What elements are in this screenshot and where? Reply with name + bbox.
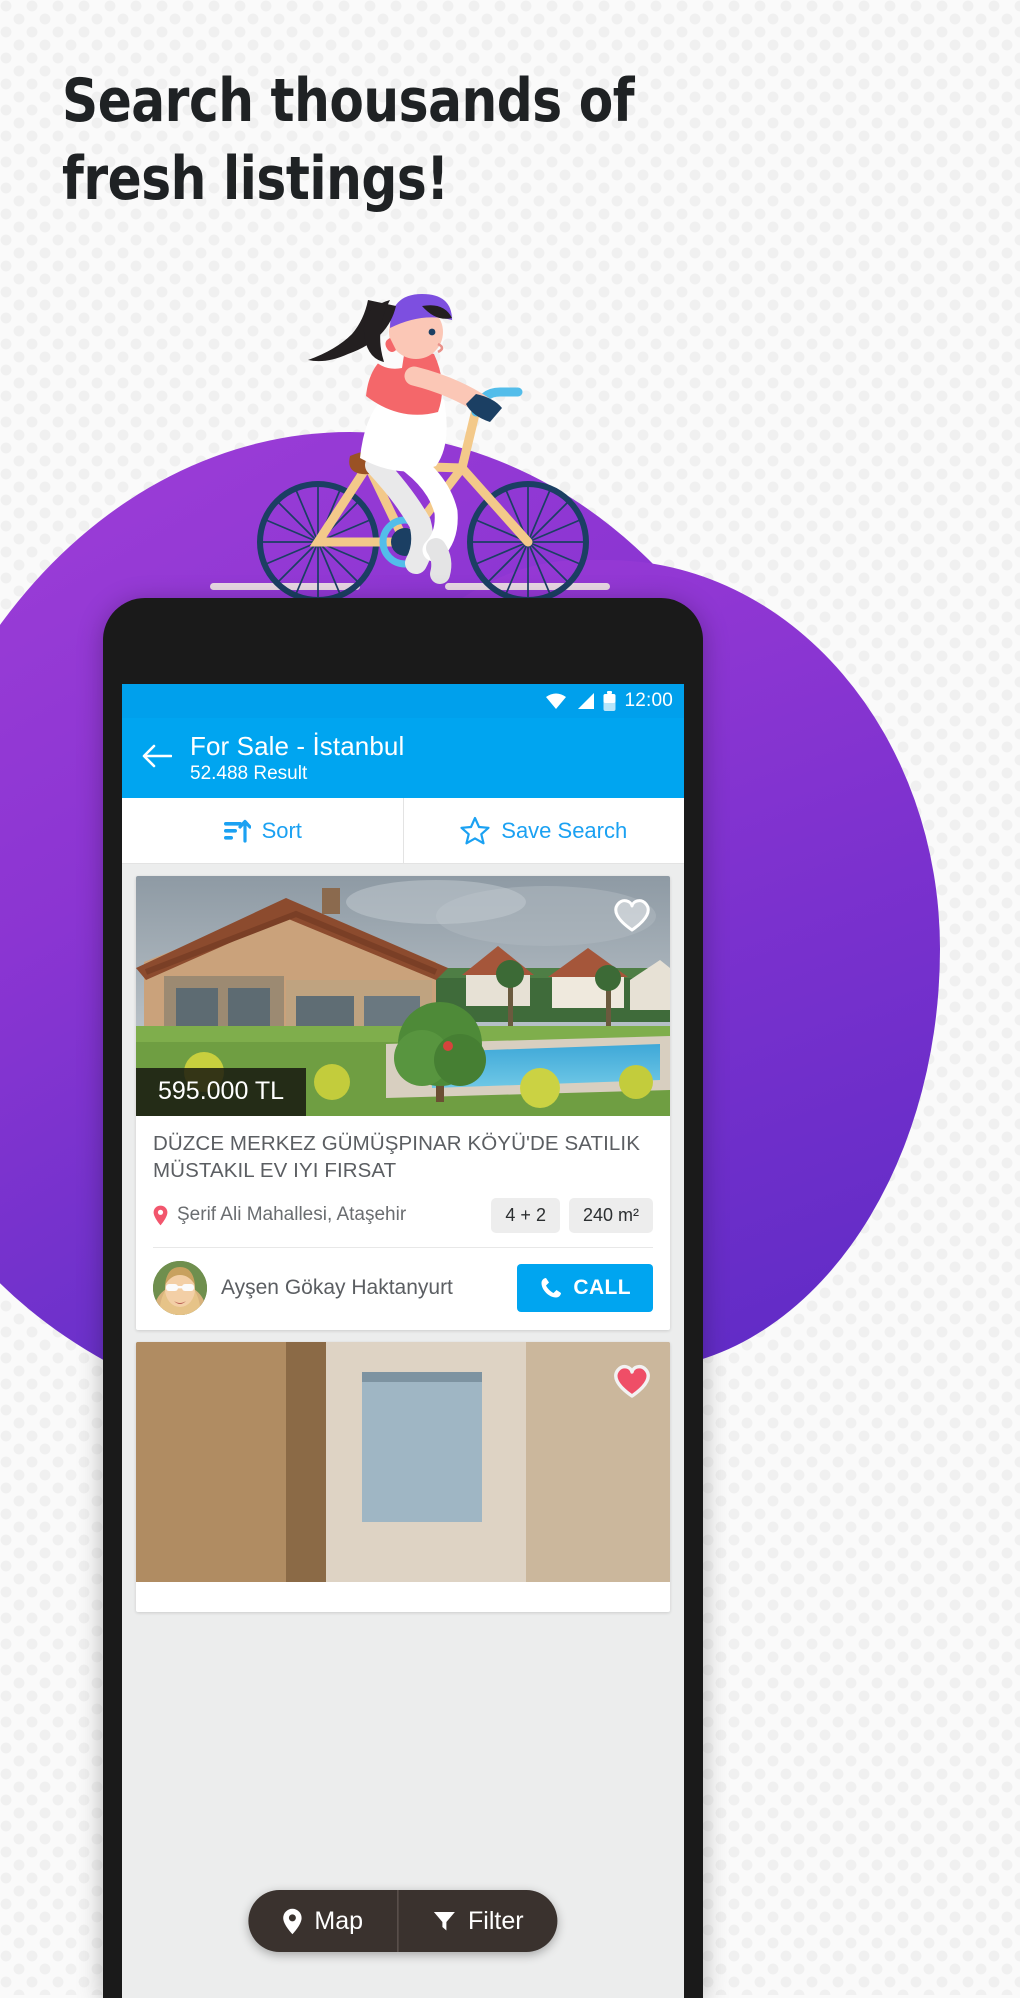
map-filter-bar: Map Filter bbox=[248, 1890, 558, 1952]
battery-icon bbox=[603, 691, 616, 711]
listing-location: Şerif Ali Mahallesi, Ataşehir bbox=[177, 1204, 407, 1226]
wifi-icon bbox=[546, 693, 567, 709]
listing-area-badge: 240 m² bbox=[568, 1197, 653, 1233]
cyclist-illustration bbox=[210, 294, 610, 603]
call-label: CALL bbox=[573, 1275, 631, 1299]
phone-icon bbox=[541, 1277, 562, 1298]
listing-title: DÜZCE MERKEZ GÜMÜŞPINAR KÖYÜ'DE SATILIK … bbox=[153, 1132, 640, 1183]
listing-photo bbox=[136, 1341, 670, 1582]
back-arrow-icon[interactable] bbox=[138, 740, 176, 777]
filter-button[interactable]: Filter bbox=[398, 1907, 558, 1936]
map-label: Map bbox=[314, 1906, 364, 1935]
map-pin-icon bbox=[153, 1205, 168, 1226]
agent-row: Ayşen Gökay Haktanyurt CALL bbox=[153, 1246, 653, 1330]
agent-name: Ayşen Gökay Haktanyurt bbox=[221, 1275, 453, 1299]
map-pin-icon bbox=[283, 1908, 302, 1934]
result-count: 52.488 Result bbox=[190, 763, 308, 784]
phone-screen: 12:00 For Sale - İstanbul 52.488 Result bbox=[122, 684, 684, 1998]
phone-mockup: 12:00 For Sale - İstanbul 52.488 Result bbox=[103, 598, 703, 1998]
favorite-heart-icon[interactable] bbox=[610, 1358, 654, 1402]
listing-card[interactable] bbox=[136, 1341, 670, 1612]
filter-label: Filter bbox=[468, 1906, 524, 1935]
sort-save-toolbar: Sort Save Search bbox=[122, 798, 684, 864]
favorite-heart-icon[interactable] bbox=[610, 892, 654, 936]
listing-card[interactable]: 595.000 TL DÜZCE MERKEZ GÜMÜŞPINAR KÖYÜ'… bbox=[136, 876, 670, 1330]
sort-label: Sort bbox=[261, 817, 302, 843]
app-header: For Sale - İstanbul 52.488 Result bbox=[122, 718, 684, 798]
listing-list[interactable]: 595.000 TL DÜZCE MERKEZ GÜMÜŞPINAR KÖYÜ'… bbox=[122, 864, 684, 1612]
call-button[interactable]: CALL bbox=[517, 1263, 653, 1312]
page-title: For Sale - İstanbul bbox=[190, 731, 405, 761]
sort-lines-arrow-icon bbox=[223, 819, 251, 843]
sort-button[interactable]: Sort bbox=[122, 798, 403, 863]
signal-icon bbox=[578, 693, 595, 709]
avatar bbox=[153, 1260, 207, 1315]
map-button[interactable]: Map bbox=[248, 1907, 397, 1936]
funnel-icon bbox=[433, 1912, 455, 1931]
save-search-button[interactable]: Save Search bbox=[402, 798, 685, 863]
promo-headline: Search thousands of fresh listings! bbox=[62, 66, 635, 214]
listing-rooms-badge: 4 + 2 bbox=[491, 1197, 560, 1233]
status-clock: 12:00 bbox=[624, 690, 673, 711]
listing-photo: 595.000 TL bbox=[136, 876, 670, 1116]
status-bar: 12:00 bbox=[122, 684, 684, 718]
save-search-label: Save Search bbox=[501, 817, 628, 843]
listing-price: 595.000 TL bbox=[136, 1068, 307, 1116]
star-outline-icon bbox=[460, 816, 490, 845]
